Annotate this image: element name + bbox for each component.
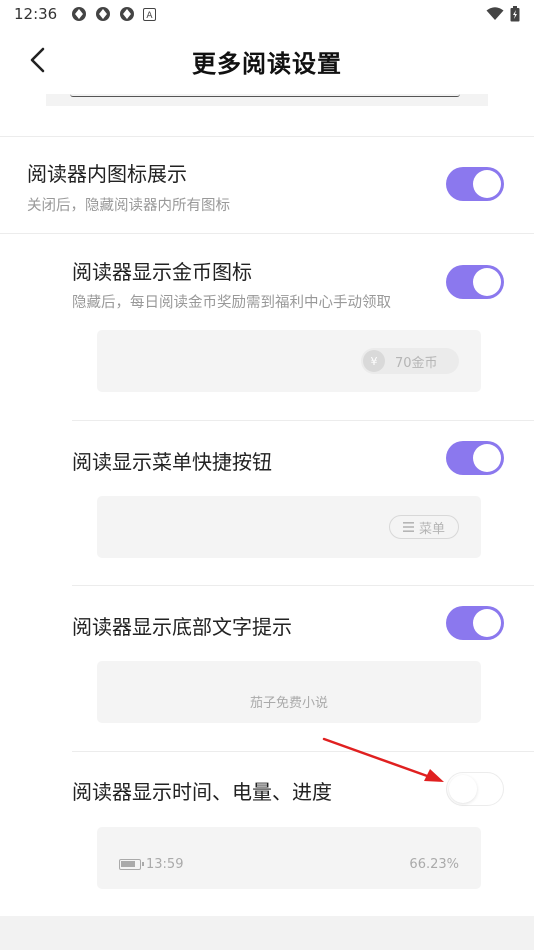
status-bar: 12:36 A — [0, 0, 534, 28]
divider — [72, 751, 534, 752]
coin-amount: 70金币 — [395, 355, 438, 371]
sync-icon — [72, 7, 87, 21]
toggle-menu-button[interactable] — [446, 441, 504, 475]
header: 更多阅读设置 — [0, 28, 534, 94]
setting-title-icon-display: 阅读器内图标展示 — [27, 162, 187, 186]
setting-subtitle-icon-display: 关闭后，隐藏阅读器内所有图标 — [27, 198, 230, 214]
coin-chip: ¥ 70金币 — [361, 348, 459, 374]
preview-time-battery: 13:59 66.23% — [97, 827, 481, 889]
sync-icon — [120, 7, 135, 21]
divider — [0, 233, 534, 234]
setting-title-coin-icon: 阅读器显示金币图标 — [72, 260, 252, 284]
setting-title-bottom-text: 阅读器显示底部文字提示 — [72, 615, 292, 639]
a-icon: A — [143, 7, 157, 21]
bottom-section — [0, 916, 534, 950]
toggle-time-battery[interactable] — [446, 772, 504, 806]
toggle-bottom-text[interactable] — [446, 606, 504, 640]
preview-coin-icon: ¥ 70金币 — [97, 330, 481, 392]
previous-preview-stub — [46, 94, 488, 106]
toggle-coin-icon[interactable] — [446, 265, 504, 299]
menu-chip-label: 菜单 — [418, 521, 445, 537]
battery-row: 13:59 66.23% — [119, 857, 459, 872]
back-button[interactable] — [22, 44, 54, 76]
annotation-arrow-icon — [322, 737, 444, 782]
preview-progress: 66.23% — [409, 857, 459, 872]
setting-title-menu-button: 阅读显示菜单快捷按钮 — [72, 450, 272, 474]
chevron-left-icon — [30, 47, 45, 73]
menu-lines-icon — [402, 522, 414, 532]
divider — [72, 585, 534, 586]
setting-subtitle-coin-icon: 隐藏后，每日阅读金币奖励需到福利中心手动领取 — [72, 295, 391, 311]
menu-chip: 菜单 — [389, 515, 459, 539]
status-right-icons — [486, 6, 520, 22]
bottom-caption: 茄子免费小说 — [249, 696, 328, 711]
battery-icon — [119, 859, 144, 870]
preview-bottom-text: 茄子免费小说 — [97, 661, 481, 723]
preview-time: 13:59 — [146, 857, 184, 872]
battery-icon — [510, 6, 520, 22]
svg-text:A: A — [147, 11, 154, 21]
coin-icon: ¥ — [363, 350, 385, 372]
wifi-icon — [486, 7, 504, 20]
status-notification-icons: A — [71, 6, 157, 22]
preview-menu-button: 菜单 — [97, 496, 481, 558]
page-title: 更多阅读设置 — [192, 49, 342, 78]
sync-icon — [96, 7, 111, 21]
setting-title-time-battery: 阅读器显示时间、电量、进度 — [72, 780, 332, 804]
toggle-icon-display[interactable] — [446, 167, 504, 201]
status-time: 12:36 — [14, 5, 58, 23]
divider — [0, 136, 534, 137]
divider — [72, 420, 534, 421]
